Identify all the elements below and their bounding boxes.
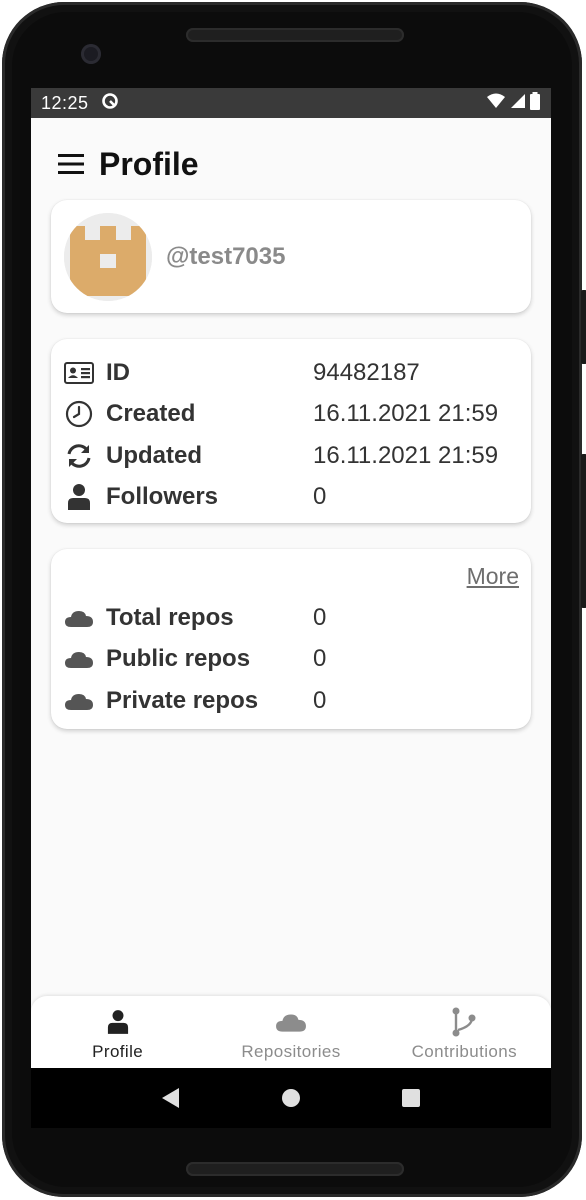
info-label: Updated [106, 441, 202, 469]
back-icon[interactable] [151, 1078, 191, 1118]
repos-label: Public repos [106, 645, 251, 673]
info-row-updated: Updated 16.11.2021 21:59 [63, 435, 531, 477]
repos-row-private: Private repos 0 [63, 680, 531, 722]
page-title: Profile [99, 145, 199, 182]
wifi-icon [487, 93, 505, 114]
info-value: 94482187 [313, 358, 420, 386]
cloud-icon [63, 643, 95, 675]
user-icon [107, 1006, 129, 1038]
bottom-speaker [186, 1162, 404, 1176]
volume-button [581, 454, 586, 608]
recents-icon[interactable] [391, 1078, 431, 1118]
repos-value: 0 [313, 686, 327, 714]
repos-value: 0 [313, 645, 327, 673]
info-card: ID 94482187 Created 16.11.2021 21:59 Upd… [51, 339, 531, 523]
power-button [581, 290, 586, 364]
branch-icon [450, 1006, 478, 1038]
nav-label: Profile [92, 1042, 144, 1061]
earpiece-speaker [186, 28, 404, 42]
menu-icon[interactable] [57, 150, 85, 178]
status-bar: 12:25 [31, 88, 551, 118]
user-icon [63, 481, 95, 513]
cloud-icon [275, 1006, 307, 1038]
system-navigation-bar [31, 1068, 551, 1128]
nav-item-contributions[interactable]: Contributions [378, 996, 551, 1068]
repos-row-public: Public repos 0 [63, 639, 531, 681]
info-value: 16.11.2021 21:59 [313, 441, 499, 469]
info-value: 16.11.2021 21:59 [313, 400, 499, 428]
clock-icon [63, 398, 95, 430]
home-icon[interactable] [271, 1078, 311, 1118]
repos-card: More Total repos 0 Public repos 0 Privat… [51, 549, 531, 729]
info-row-created: Created 16.11.2021 21:59 [63, 394, 531, 436]
id-card-icon [63, 357, 95, 389]
info-label: Followers [106, 483, 219, 511]
identicon-image [64, 212, 152, 301]
front-camera [81, 44, 101, 64]
info-label: Created [106, 400, 196, 428]
username: @test7035 [166, 242, 286, 270]
info-label: ID [106, 358, 130, 386]
info-value: 0 [313, 483, 327, 511]
more-link[interactable]: More [63, 549, 531, 597]
signal-icon [509, 93, 525, 114]
repos-value: 0 [313, 603, 327, 631]
nav-label: Contributions [411, 1042, 517, 1061]
app-bar: Profile [31, 140, 551, 188]
cloud-icon [63, 685, 95, 717]
repos-label: Total repos [106, 603, 234, 631]
bottom-navigation: Profile Repositories Contributions [31, 996, 551, 1068]
nav-item-repositories[interactable]: Repositories [204, 996, 377, 1068]
screen: 12:25 Profile @test7035 ID 94482187 Crea… [31, 88, 551, 1128]
profile-card: @test7035 [51, 200, 531, 313]
nav-item-profile[interactable]: Profile [31, 996, 204, 1068]
nav-label: Repositories [241, 1042, 341, 1061]
cloud-icon [63, 602, 95, 634]
info-row-followers: Followers 0 [63, 477, 531, 519]
repos-label: Private repos [106, 686, 259, 714]
repos-row-total: Total repos 0 [63, 597, 531, 639]
status-time: 12:25 [41, 92, 89, 113]
avatar[interactable] [64, 212, 152, 301]
sync-icon [63, 440, 95, 472]
battery-icon [529, 91, 541, 115]
info-row-id: ID 94482187 [63, 352, 531, 394]
data-saver-icon [101, 92, 119, 115]
